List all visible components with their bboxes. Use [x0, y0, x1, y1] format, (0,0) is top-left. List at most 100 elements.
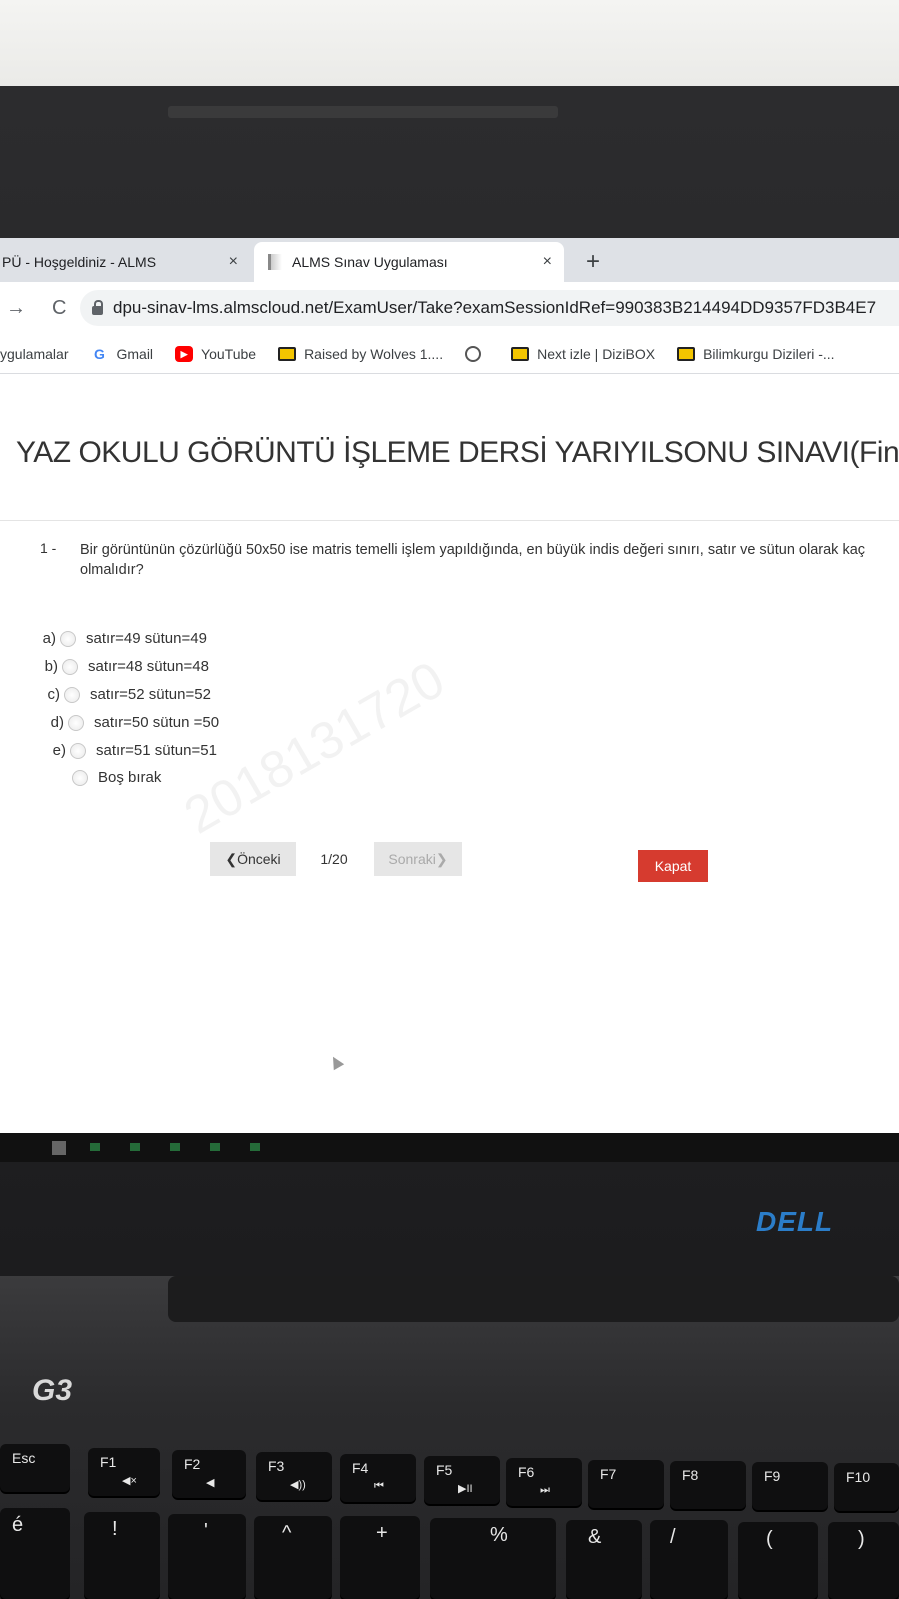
- bookmark-label: YouTube: [201, 345, 257, 362]
- option-leave-blank[interactable]: Boş bırak: [48, 769, 161, 786]
- key-exclamation[interactable]: !: [84, 1512, 160, 1599]
- radio-button[interactable]: [70, 742, 86, 759]
- page-indicator: 1/20: [320, 851, 348, 867]
- tab-hosgeldiniz[interactable]: PÜ - Hoşgeldiniz - ALMS ×: [0, 242, 250, 282]
- option-letter: d): [50, 714, 64, 731]
- browser-toolbar: → C dpu-sinav-lms.almscloud.net/ExamUser…: [0, 282, 899, 334]
- option-e[interactable]: e) satır=51 sütun=51: [46, 742, 217, 759]
- windows-taskbar: [0, 1133, 899, 1162]
- laptop-screen: PÜ - Hoşgeldiniz - ALMS × ALMS Sınav Uyg…: [0, 238, 899, 1162]
- option-letter: b): [44, 658, 58, 675]
- question-text: Bir görüntünün çözürlüğü 50x50 ise matri…: [80, 542, 866, 578]
- key-f8[interactable]: F8: [670, 1461, 746, 1509]
- bookmark-label: ygulamalar: [0, 345, 69, 362]
- bookmark-label: Raised by Wolves 1....: [304, 345, 444, 362]
- key-f9[interactable]: F9: [752, 1462, 828, 1510]
- bookmark-globe[interactable]: [465, 345, 489, 362]
- close-exam-button[interactable]: Kapat: [638, 850, 708, 882]
- key-apostrophe[interactable]: ': [168, 1514, 246, 1599]
- windows-start-icon[interactable]: [52, 1141, 66, 1155]
- key-ampersand[interactable]: &: [566, 1520, 642, 1599]
- address-bar[interactable]: dpu-sinav-lms.almscloud.net/ExamUser/Tak…: [80, 290, 899, 326]
- key-f5[interactable]: F5 ▶II: [424, 1456, 500, 1504]
- key-percent[interactable]: %: [430, 1518, 556, 1599]
- taskbar-app-icon[interactable]: [130, 1143, 140, 1151]
- option-d[interactable]: d) satır=50 sütun =50: [44, 714, 219, 731]
- youtube-icon: ▶: [175, 345, 194, 362]
- tv-icon: [677, 346, 696, 361]
- option-letter: e): [52, 742, 66, 759]
- key-f6[interactable]: F6 ⏭: [506, 1458, 582, 1506]
- bookmark-label: Bilimkurgu Dizileri -...: [703, 345, 835, 362]
- key-f10[interactable]: F10: [834, 1463, 899, 1511]
- key-slash[interactable]: /: [650, 1520, 728, 1599]
- key-close-paren[interactable]: ): [828, 1522, 899, 1599]
- radio-button[interactable]: [62, 658, 78, 675]
- forward-arrow-icon[interactable]: →: [6, 297, 26, 320]
- key-esc[interactable]: Esc: [0, 1444, 70, 1492]
- option-text: Boş bırak: [98, 769, 162, 786]
- divider: [0, 520, 899, 521]
- g3-logo: G3: [32, 1374, 73, 1407]
- tab-title: PÜ - Hoşgeldiniz - ALMS: [2, 254, 157, 270]
- radio-button[interactable]: [68, 714, 84, 731]
- question-number: 1 -: [40, 540, 57, 556]
- key-e-acute[interactable]: é: [0, 1508, 70, 1599]
- tv-icon: [278, 346, 297, 361]
- close-icon[interactable]: ×: [543, 253, 552, 271]
- taskbar-app-icon[interactable]: [90, 1143, 100, 1151]
- bookmark-bilimkurgu[interactable]: Bilimkurgu Dizileri -...: [677, 345, 835, 362]
- bookmark-gmail[interactable]: G Gmail: [90, 346, 153, 362]
- close-icon[interactable]: ×: [229, 253, 238, 271]
- bookmark-dizibox[interactable]: Next izle | DiziBOX: [511, 346, 655, 362]
- key-f1[interactable]: F1 ◀×: [88, 1448, 160, 1496]
- browser-tab-bar: PÜ - Hoşgeldiniz - ALMS × ALMS Sınav Uyg…: [0, 238, 899, 282]
- new-tab-button[interactable]: +: [586, 248, 600, 276]
- previous-button[interactable]: ❮Önceki: [210, 842, 296, 876]
- url-text: dpu-sinav-lms.almscloud.net/ExamUser/Tak…: [113, 298, 877, 317]
- exam-title: YAZ OKULU GÖRÜNTÜ İŞLEME DERSİ YARIYILSO…: [16, 436, 899, 469]
- key-f7[interactable]: F7: [588, 1460, 664, 1508]
- key-plus[interactable]: +: [340, 1516, 420, 1599]
- bookmark-label: Gmail: [116, 345, 154, 362]
- page-favicon-icon: [268, 254, 282, 270]
- dell-logo: DELL: [756, 1206, 834, 1237]
- option-c[interactable]: c) satır=52 sütun=52: [40, 686, 211, 703]
- radio-button[interactable]: [64, 686, 80, 703]
- option-text: satır=52 sütun=52: [90, 686, 211, 703]
- key-open-paren[interactable]: (: [738, 1522, 818, 1599]
- lid-top-strip: [168, 106, 558, 118]
- bookmark-raised-by-wolves[interactable]: Raised by Wolves 1....: [278, 346, 443, 362]
- key-f4[interactable]: F4 ⏮: [340, 1454, 416, 1502]
- next-button[interactable]: Sonraki❯: [374, 842, 462, 876]
- taskbar-app-icon[interactable]: [210, 1143, 220, 1151]
- option-text: satır=49 sütun=49: [86, 630, 207, 647]
- tab-sinav-uygulamasi[interactable]: ALMS Sınav Uygulaması ×: [254, 242, 564, 282]
- radio-button[interactable]: [72, 769, 88, 786]
- tab-title: ALMS Sınav Uygulaması: [292, 254, 448, 270]
- lock-icon: [92, 299, 103, 315]
- taskbar-app-icon[interactable]: [170, 1143, 180, 1151]
- globe-icon: [465, 345, 482, 362]
- option-b[interactable]: b) satır=48 sütun=48: [38, 658, 209, 675]
- mouse-cursor-icon: [327, 1053, 345, 1071]
- key-f3[interactable]: F3 ◀)): [256, 1452, 332, 1500]
- tv-icon: [511, 346, 530, 361]
- reload-icon[interactable]: C: [52, 297, 66, 320]
- option-a[interactable]: a) satır=49 sütun=49: [36, 630, 207, 647]
- bookmarks-bar: ygulamalar G Gmail ▶ YouTube Raised by W…: [0, 334, 899, 374]
- bookmark-label: Next izle | DiziBOX: [537, 345, 656, 362]
- bookmark-apps[interactable]: ygulamalar: [0, 346, 68, 362]
- key-f2[interactable]: F2 ◀: [172, 1450, 246, 1498]
- option-letter: c): [47, 686, 61, 703]
- option-letter: a): [42, 630, 56, 647]
- taskbar-app-icon[interactable]: [250, 1143, 260, 1151]
- radio-button[interactable]: [60, 630, 76, 647]
- option-text: satır=50 sütun =50: [94, 714, 220, 731]
- background-wall: [0, 0, 899, 100]
- google-icon: G: [94, 345, 105, 362]
- bookmark-youtube[interactable]: ▶ YouTube: [175, 345, 257, 362]
- key-caret[interactable]: ^: [254, 1516, 332, 1599]
- option-text: satır=51 sütun=51: [96, 742, 217, 759]
- option-text: satır=48 sütun=48: [88, 658, 209, 675]
